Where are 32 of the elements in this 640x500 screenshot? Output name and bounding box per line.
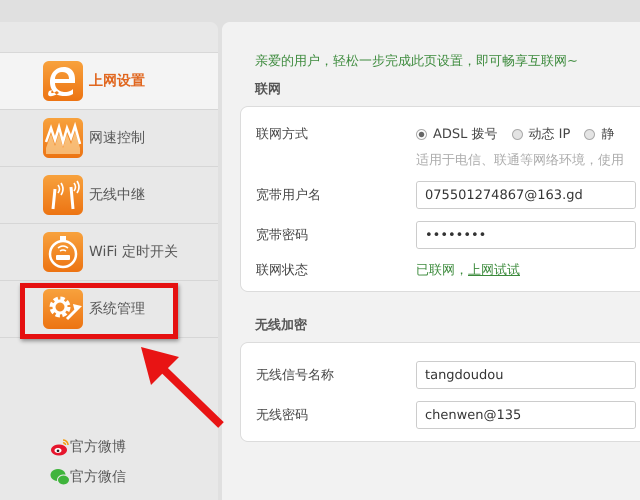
test-link[interactable]: 上网试试 — [468, 261, 520, 279]
nav-item[interactable]: 上网设置 — [0, 53, 218, 110]
antenna-icon — [43, 175, 83, 215]
section-title: 无线加密 — [254, 316, 308, 335]
hint-text: 适用于电信、联通等网络环境，使用 — [416, 152, 624, 169]
nav-item[interactable]: 网速控制 — [0, 110, 218, 167]
radio-option[interactable]: 动态 IP — [512, 125, 570, 143]
weibo-icon — [50, 438, 70, 456]
input-field[interactable]: •••••••• — [416, 221, 636, 249]
field-label: 联网状态 — [256, 262, 309, 279]
input-field[interactable]: 075501274867@163.gd — [416, 181, 636, 209]
field-label: 联网方式 — [256, 126, 309, 143]
field-label: 宽带用户名 — [256, 187, 322, 204]
radio-option[interactable]: ADSL 拨号 — [416, 125, 498, 143]
status-text: 已联网， — [416, 262, 468, 279]
input-field[interactable]: tangdoudou — [416, 361, 636, 389]
wave-icon — [43, 118, 83, 158]
input-field[interactable]: chenwen@135 — [416, 401, 636, 429]
globe-e-icon — [43, 61, 83, 101]
radio-option[interactable]: 静 — [584, 125, 614, 143]
intro-text: 亲爱的用户，轻松一步完成此页设置，即可畅享互联网~ — [254, 53, 579, 70]
section-title: 联网 — [254, 81, 282, 99]
field-label: 无线信号名称 — [256, 367, 335, 384]
field-label: 宽带密码 — [256, 227, 309, 244]
stopwatch-icon — [43, 232, 83, 272]
field-label: 无线密码 — [256, 407, 309, 424]
nav-item[interactable]: WiFi 定时开关 — [0, 224, 218, 281]
nav-item[interactable]: 无线中继 — [0, 167, 218, 224]
gear-icon — [43, 289, 83, 329]
chat-bubbles-icon — [50, 468, 70, 486]
sidebar-link[interactable]: 官方微信 — [70, 468, 126, 486]
sidebar-link[interactable]: 官方微博 — [70, 438, 126, 456]
